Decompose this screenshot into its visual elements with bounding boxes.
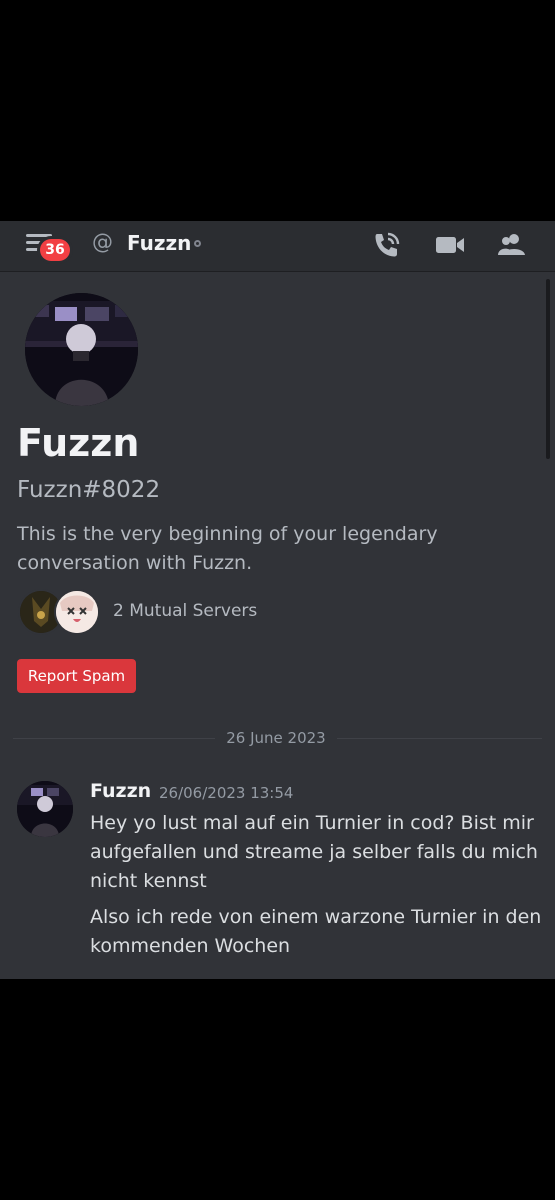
profile-name: Fuzzn	[17, 421, 140, 465]
server-icon[interactable]	[56, 591, 98, 633]
date-divider-line	[13, 738, 215, 739]
mutual-servers-label[interactable]: 2 Mutual Servers	[113, 601, 257, 621]
message-author[interactable]: Fuzzn	[90, 780, 151, 802]
dm-screen: @ Fuzzn Fuzzn Fuzzn#8022 This is the ver…	[0, 221, 555, 979]
unread-badge: 36	[40, 239, 70, 261]
profile-tag: Fuzzn#8022	[17, 477, 161, 503]
members-icon[interactable]	[497, 231, 527, 259]
top-bar: @ Fuzzn	[0, 221, 555, 272]
intro-text: This is the very beginning of your legen…	[17, 523, 438, 574]
message-text[interactable]: Also ich rede von einem warzone Turnier …	[90, 903, 545, 961]
date-divider: 26 June 2023	[226, 729, 326, 747]
report-spam-button[interactable]: Report Spam	[17, 659, 136, 693]
at-icon: @	[92, 230, 113, 254]
channel-title[interactable]: Fuzzn	[127, 231, 191, 255]
offline-status-icon	[194, 240, 201, 247]
message-timestamp: 26/06/2023 13:54	[159, 784, 294, 802]
date-divider-line	[337, 738, 542, 739]
message-text[interactable]: Hey yo lust mal auf ein Turnier in cod? …	[90, 809, 545, 896]
phone-call-icon[interactable]	[372, 231, 402, 259]
message-avatar[interactable]	[17, 781, 73, 837]
profile-avatar[interactable]	[25, 293, 138, 406]
scrollbar[interactable]	[546, 279, 550, 459]
video-icon[interactable]	[435, 231, 465, 259]
